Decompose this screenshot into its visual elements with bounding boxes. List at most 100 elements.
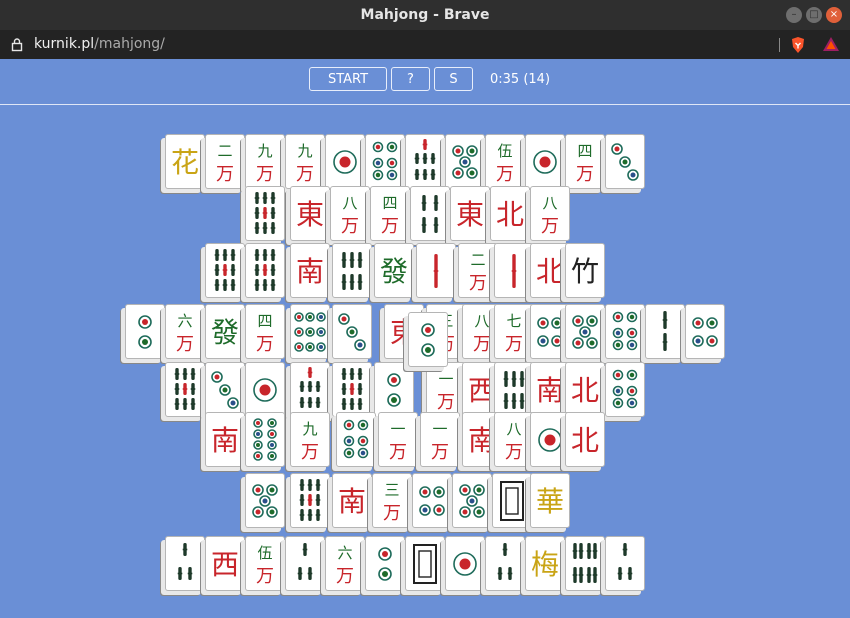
- tile[interactable]: [365, 536, 405, 591]
- tile[interactable]: [165, 536, 205, 591]
- tile[interactable]: [165, 362, 205, 417]
- tile[interactable]: 四万: [370, 186, 410, 241]
- tile[interactable]: [325, 134, 365, 189]
- tile[interactable]: [525, 134, 565, 189]
- svg-text:南: 南: [211, 424, 239, 457]
- tile[interactable]: [245, 412, 285, 467]
- tile[interactable]: [485, 536, 525, 591]
- tile[interactable]: 竹: [565, 243, 605, 298]
- tile[interactable]: [290, 304, 330, 359]
- tile[interactable]: [290, 362, 330, 417]
- tile[interactable]: [290, 473, 330, 528]
- tile[interactable]: [565, 536, 605, 591]
- tile[interactable]: [405, 134, 445, 189]
- tile[interactable]: 南: [290, 243, 330, 298]
- tile[interactable]: 伍万: [245, 536, 285, 591]
- svg-text:四: 四: [257, 312, 272, 330]
- tile[interactable]: 九万: [290, 412, 330, 467]
- tile[interactable]: 八万: [494, 412, 534, 467]
- tile[interactable]: 二万: [458, 243, 498, 298]
- tile[interactable]: [530, 412, 570, 467]
- tile[interactable]: 華: [530, 473, 570, 528]
- tile[interactable]: [332, 362, 372, 417]
- tile[interactable]: [530, 304, 570, 359]
- tile[interactable]: [332, 304, 372, 359]
- tile[interactable]: 西: [205, 536, 245, 591]
- tile[interactable]: 九万: [285, 134, 325, 189]
- tile[interactable]: [605, 362, 645, 417]
- tile[interactable]: [492, 473, 532, 528]
- tile[interactable]: [494, 362, 534, 417]
- svg-text:万: 万: [301, 442, 319, 463]
- svg-text:八: 八: [506, 420, 521, 438]
- tile[interactable]: 北: [565, 362, 605, 417]
- svg-text:七: 七: [506, 312, 521, 330]
- tile[interactable]: [605, 134, 645, 189]
- tile[interactable]: 發: [374, 243, 414, 298]
- tile[interactable]: 二万: [205, 134, 245, 189]
- tile[interactable]: [245, 243, 285, 298]
- tile[interactable]: [332, 243, 372, 298]
- tile[interactable]: 三万: [372, 473, 412, 528]
- tile[interactable]: 一万: [420, 412, 460, 467]
- tile[interactable]: 九万: [245, 134, 285, 189]
- tile[interactable]: [685, 304, 725, 359]
- tile[interactable]: [494, 243, 534, 298]
- tile[interactable]: 六万: [165, 304, 205, 359]
- tile[interactable]: 北: [530, 243, 570, 298]
- tile[interactable]: 一万: [426, 362, 466, 417]
- svg-text:一: 一: [438, 370, 453, 388]
- tile[interactable]: [374, 362, 414, 417]
- tile[interactable]: [605, 304, 645, 359]
- tile[interactable]: 南: [205, 412, 245, 467]
- tile[interactable]: 發: [205, 304, 245, 359]
- tile[interactable]: 八万: [330, 186, 370, 241]
- tile[interactable]: [245, 362, 285, 417]
- svg-text:六: 六: [177, 312, 192, 330]
- tile[interactable]: 南: [332, 473, 372, 528]
- svg-text:南: 南: [536, 374, 564, 407]
- tile[interactable]: 四万: [245, 304, 285, 359]
- tile[interactable]: 梅: [525, 536, 565, 591]
- tile[interactable]: 四万: [565, 134, 605, 189]
- tile[interactable]: [405, 536, 445, 591]
- tile[interactable]: [416, 243, 456, 298]
- tile[interactable]: 一万: [378, 412, 418, 467]
- tile[interactable]: [245, 186, 285, 241]
- svg-text:東: 東: [456, 198, 484, 231]
- tile[interactable]: [365, 134, 405, 189]
- svg-text:九: 九: [302, 420, 317, 438]
- tile[interactable]: 東: [290, 186, 330, 241]
- tile[interactable]: 東: [450, 186, 490, 241]
- tile[interactable]: [205, 243, 245, 298]
- svg-text:六: 六: [337, 544, 352, 562]
- tile[interactable]: [410, 186, 450, 241]
- tile[interactable]: 北: [565, 412, 605, 467]
- tile[interactable]: 北: [490, 186, 530, 241]
- tile[interactable]: [205, 362, 245, 417]
- tile[interactable]: [412, 473, 452, 528]
- svg-text:花: 花: [171, 146, 199, 179]
- tile[interactable]: 八万: [530, 186, 570, 241]
- tile[interactable]: [285, 536, 325, 591]
- svg-text:八: 八: [342, 194, 357, 212]
- tile[interactable]: [565, 304, 605, 359]
- tile[interactable]: [452, 473, 492, 528]
- tile[interactable]: 伍万: [485, 134, 525, 189]
- tile[interactable]: [445, 134, 485, 189]
- tile[interactable]: [125, 304, 165, 359]
- tile[interactable]: 六万: [325, 536, 365, 591]
- tile[interactable]: [445, 536, 485, 591]
- svg-text:万: 万: [296, 164, 314, 185]
- tile[interactable]: [408, 312, 448, 367]
- tile[interactable]: 七万: [494, 304, 534, 359]
- tile[interactable]: [336, 412, 376, 467]
- tile[interactable]: 南: [530, 362, 570, 417]
- tile[interactable]: [245, 473, 285, 528]
- tile[interactable]: [645, 304, 685, 359]
- svg-text:四: 四: [382, 194, 397, 212]
- svg-text:万: 万: [381, 216, 399, 237]
- tile[interactable]: [605, 536, 645, 591]
- tile[interactable]: 花: [165, 134, 205, 189]
- svg-text:伍: 伍: [497, 142, 512, 160]
